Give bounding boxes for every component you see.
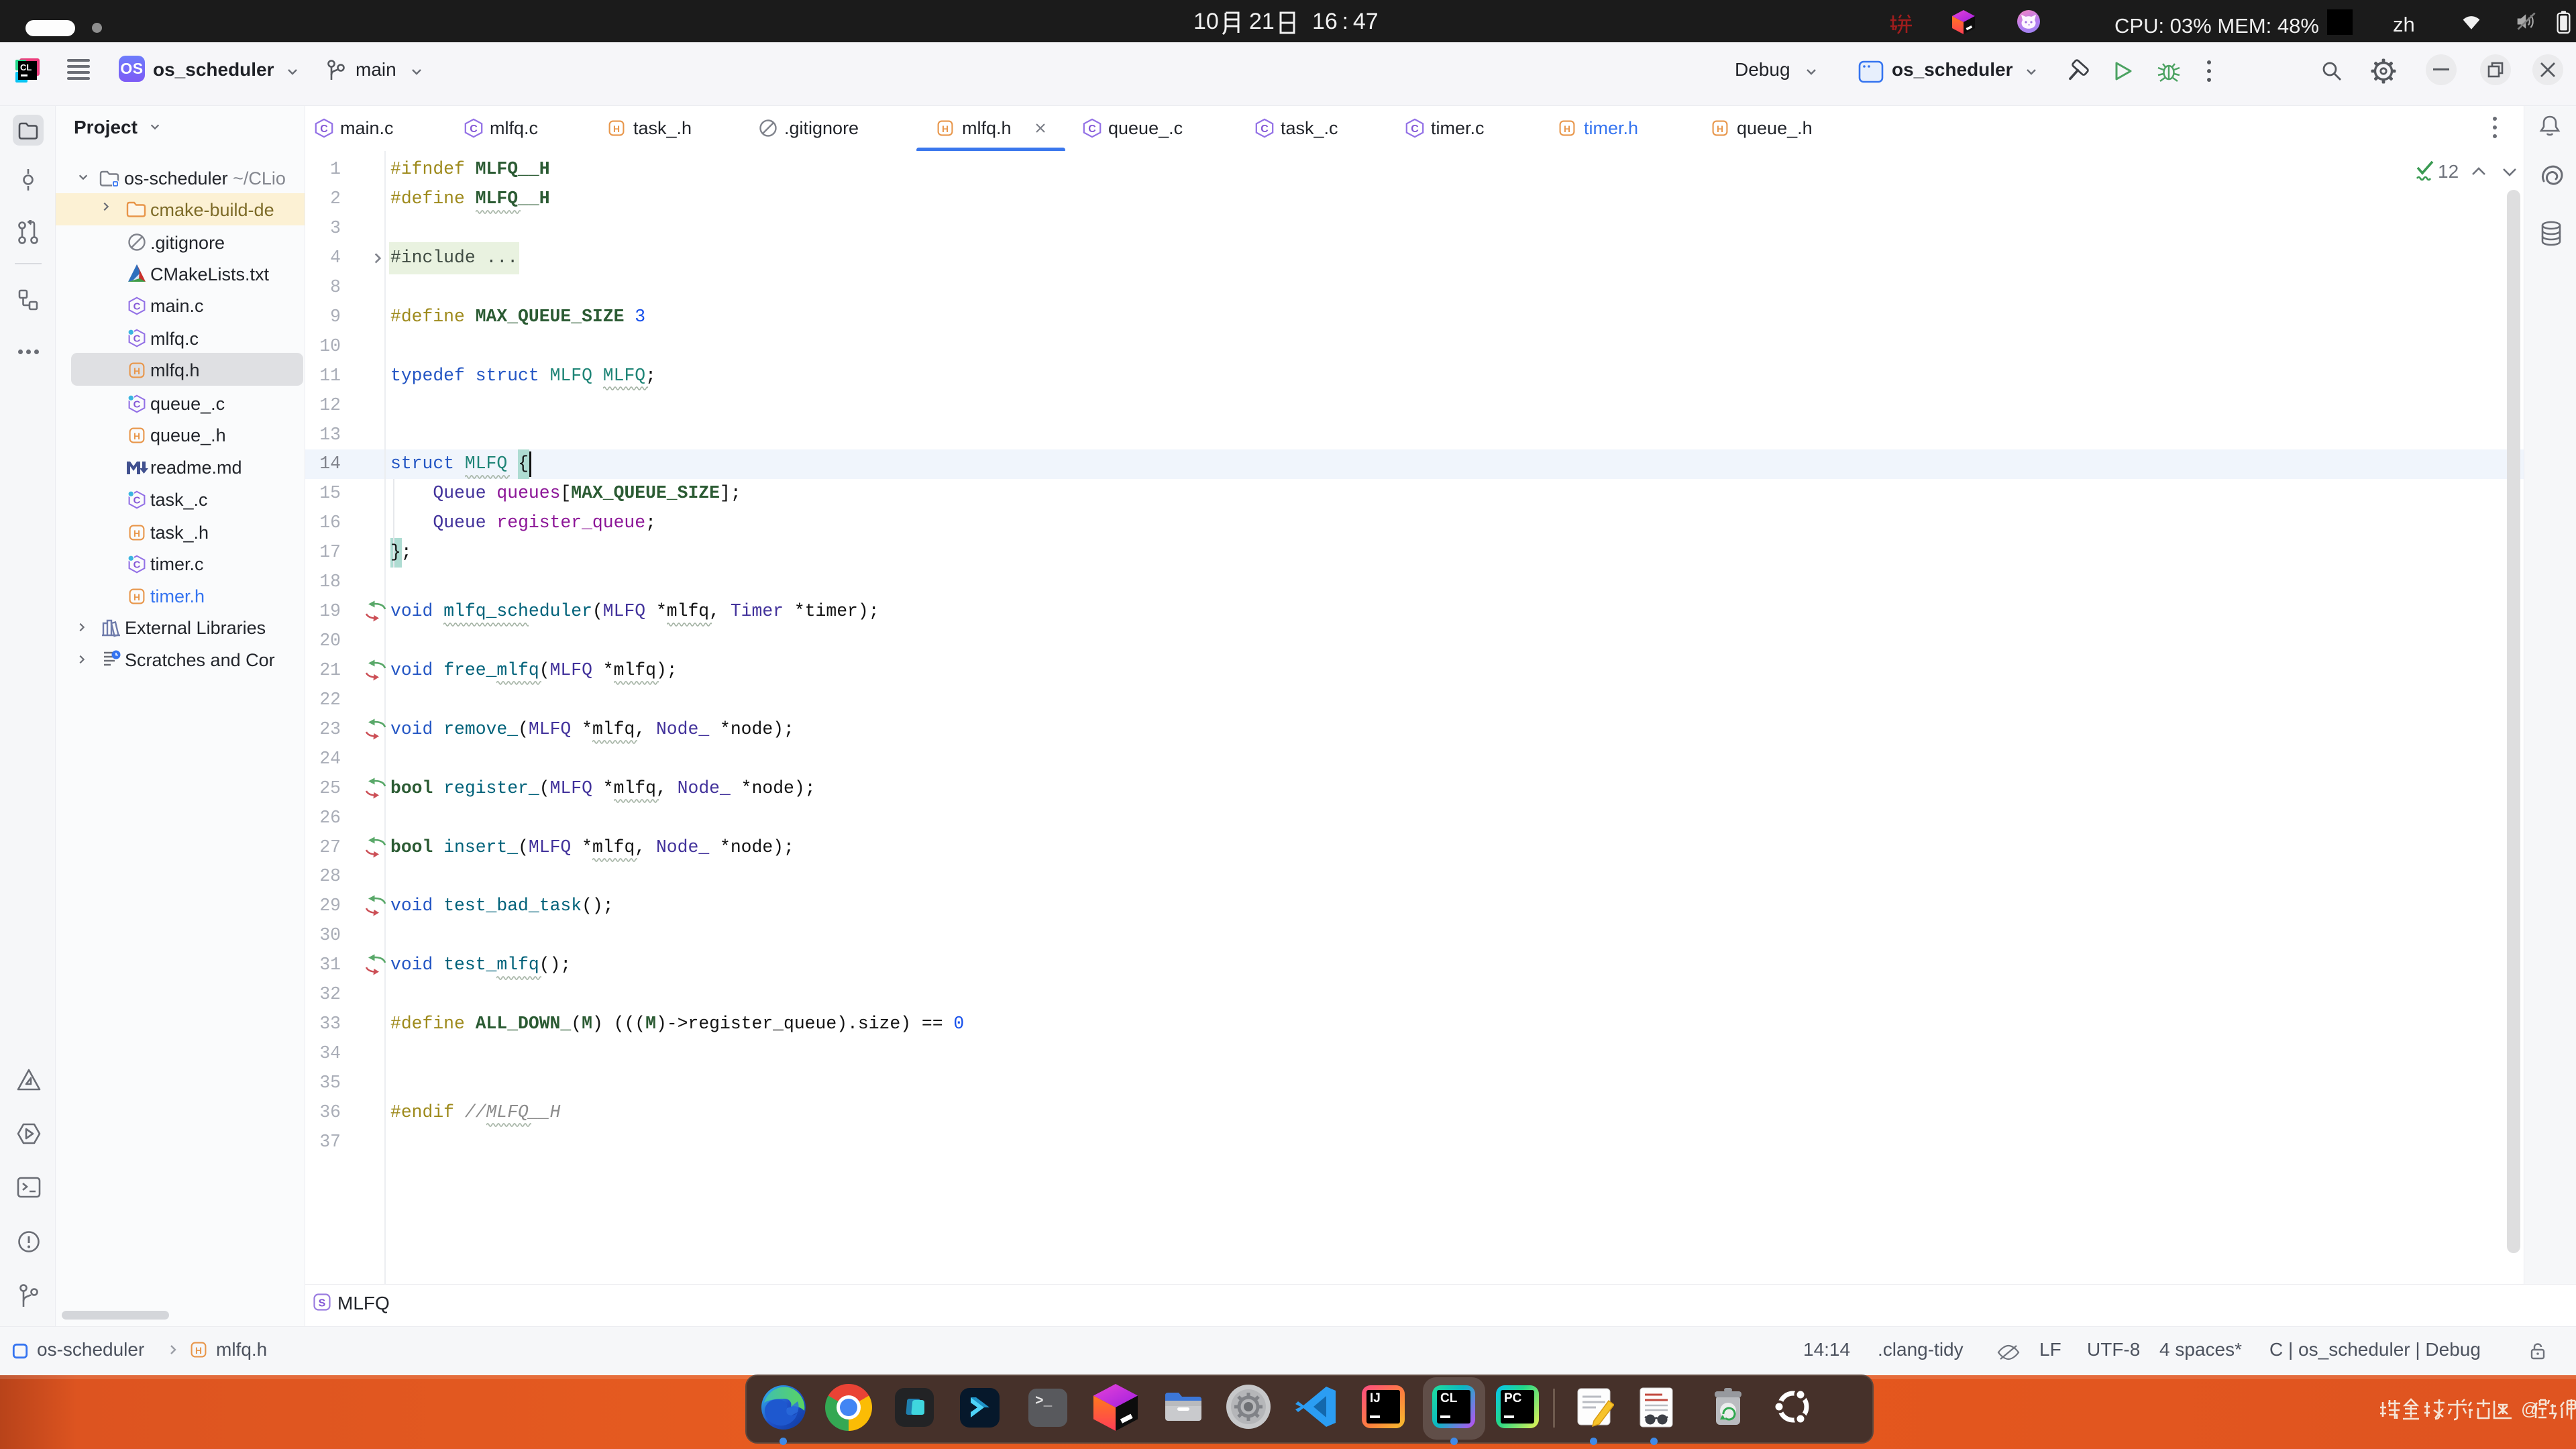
svg-text:C: C	[133, 560, 141, 571]
svg-text:C: C	[1260, 123, 1269, 135]
svg-text:H: H	[133, 592, 140, 602]
svg-text:H: H	[942, 123, 949, 134]
svg-text:H: H	[195, 1345, 202, 1356]
svg-text:C: C	[133, 334, 141, 345]
svg-text:C: C	[133, 400, 141, 411]
svg-text:C: C	[470, 123, 478, 135]
svg-text:C: C	[133, 496, 141, 506]
svg-text:C: C	[133, 302, 141, 313]
svg-text:H: H	[613, 123, 620, 134]
svg-text:S: S	[319, 1298, 326, 1309]
svg-text:H: H	[133, 431, 140, 441]
svg-text:H: H	[133, 366, 140, 376]
svg-text:H: H	[1564, 123, 1570, 134]
svg-text:C: C	[320, 123, 328, 135]
svg-text:H: H	[1717, 123, 1723, 134]
svg-text:C: C	[1088, 123, 1096, 135]
svg-text:C: C	[1411, 123, 1419, 135]
svg-text:H: H	[133, 528, 140, 539]
